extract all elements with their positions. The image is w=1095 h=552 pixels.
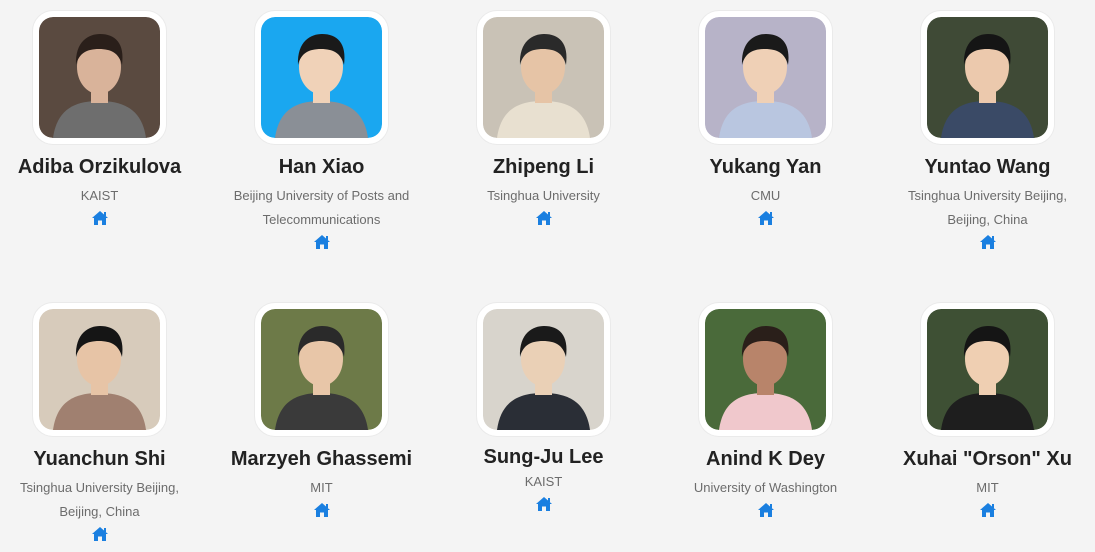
portrait-image (927, 309, 1048, 430)
house-glyph (91, 527, 108, 541)
person-photo (921, 11, 1054, 144)
person-affiliation: CMU (750, 188, 781, 203)
person-photo (699, 11, 832, 144)
person-card: Han Xiao Beijing University of Posts and… (211, 11, 432, 252)
home-icon[interactable] (979, 502, 997, 520)
portrait-image (483, 309, 604, 430)
house-glyph (535, 497, 552, 511)
person-photo (255, 11, 388, 144)
person-name: Yukang Yan (709, 156, 822, 178)
person-card: Adiba Orzikulova KAIST (0, 11, 210, 228)
house-glyph (757, 503, 774, 517)
person-affiliation: Tsinghua University (487, 188, 600, 203)
person-card: Zhipeng Li Tsinghua University (433, 11, 654, 228)
person-affiliation: University of Washington (693, 480, 838, 495)
house-glyph (313, 235, 330, 249)
portrait-image (39, 17, 160, 138)
person-name: Anind K Dey (706, 448, 825, 470)
person-name: Sung-Ju Lee (483, 446, 604, 468)
person-name: Adiba Orzikulova (17, 156, 182, 178)
portrait-image (927, 17, 1048, 138)
portrait-image (483, 17, 604, 138)
person-affiliation: KAIST (80, 188, 119, 203)
house-glyph (979, 235, 996, 249)
person-card: Sung-Ju Lee KAIST (433, 303, 654, 514)
home-icon[interactable] (535, 496, 553, 514)
people-grid: Adiba Orzikulova KAIST Han Xiao Beijing … (0, 0, 1095, 552)
person-name: Marzyeh Ghassemi (230, 448, 413, 470)
person-affiliation: MIT (310, 480, 333, 495)
portrait-image (39, 309, 160, 430)
person-photo (921, 303, 1054, 436)
home-icon[interactable] (91, 526, 109, 544)
person-card: Marzyeh Ghassemi MIT (211, 303, 432, 520)
portrait-image (261, 17, 382, 138)
person-photo (699, 303, 832, 436)
person-card: Yukang Yan CMU (655, 11, 876, 228)
home-icon[interactable] (757, 210, 775, 228)
person-card: Xuhai "Orson" Xu MIT (877, 303, 1095, 520)
person-card: Yuntao Wang Tsinghua University Beijing,… (877, 11, 1095, 252)
person-photo (477, 303, 610, 436)
person-name: Han Xiao (278, 156, 365, 178)
person-name: Yuanchun Shi (33, 448, 166, 470)
house-glyph (91, 211, 108, 225)
home-icon[interactable] (979, 234, 997, 252)
person-card: Yuanchun Shi Tsinghua University Beijing… (0, 303, 210, 544)
person-affiliation: KAIST (524, 474, 563, 489)
person-name: Zhipeng Li (492, 156, 595, 178)
person-photo (33, 11, 166, 144)
home-icon[interactable] (313, 502, 331, 520)
home-icon[interactable] (535, 210, 553, 228)
home-icon[interactable] (91, 210, 109, 228)
person-card: Anind K Dey University of Washington (655, 303, 876, 520)
person-name: Xuhai "Orson" Xu (903, 448, 1072, 470)
house-glyph (979, 503, 996, 517)
person-affiliation: MIT (976, 480, 999, 495)
portrait-image (705, 17, 826, 138)
person-affiliation: Tsinghua University Beijing, Beijing, Ch… (20, 480, 179, 519)
person-photo (33, 303, 166, 436)
person-photo (255, 303, 388, 436)
person-name: Yuntao Wang (924, 156, 1051, 178)
portrait-image (261, 309, 382, 430)
portrait-image (705, 309, 826, 430)
person-affiliation: Tsinghua University Beijing, Beijing, Ch… (908, 188, 1067, 227)
home-icon[interactable] (757, 502, 775, 520)
home-icon[interactable] (313, 234, 331, 252)
house-glyph (313, 503, 330, 517)
house-glyph (757, 211, 774, 225)
person-photo (477, 11, 610, 144)
person-affiliation: Beijing University of Posts and Telecomm… (233, 188, 410, 227)
house-glyph (535, 211, 552, 225)
